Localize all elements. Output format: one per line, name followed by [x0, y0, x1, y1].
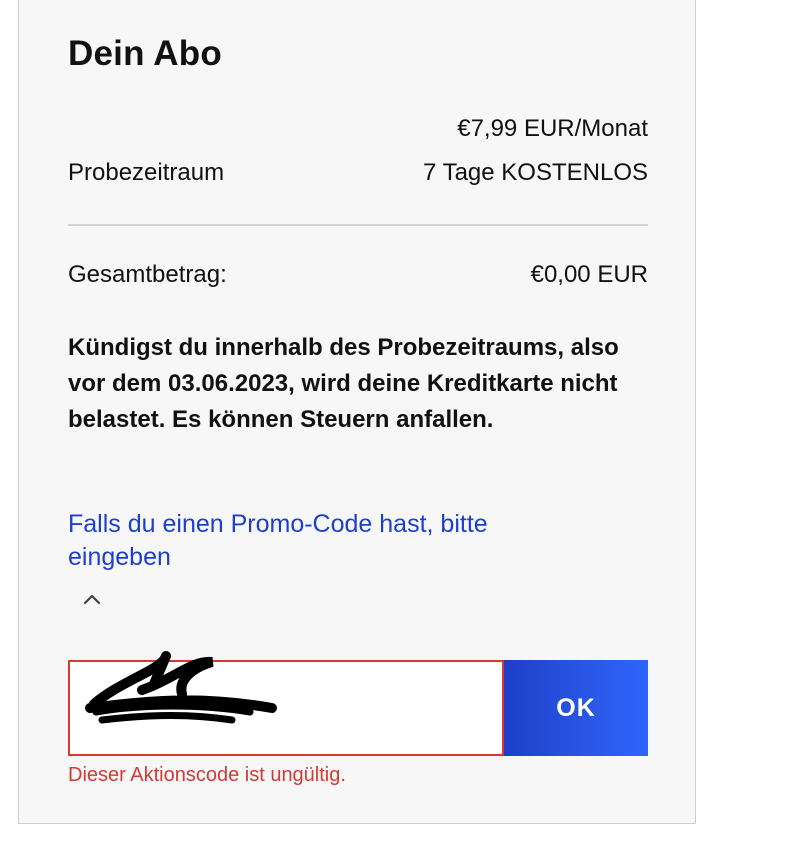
divider	[68, 224, 648, 226]
trial-value: 7 Tage KOSTENLOS	[423, 159, 648, 186]
ok-button[interactable]: OK	[504, 660, 648, 756]
cancellation-notice: Kündigst du innerhalb des Probezeitraums…	[68, 334, 619, 433]
price-row: €7,99 EUR/Monat	[68, 115, 648, 145]
total-value: €0,00 EUR	[530, 261, 648, 288]
total-row: Gesamtbetrag: €0,00 EUR	[68, 261, 648, 291]
price-value: €7,99 EUR/Monat	[457, 115, 648, 142]
promo-code-input[interactable]	[68, 660, 504, 756]
page-title: Dein Abo	[68, 34, 222, 73]
chevron-up-icon[interactable]	[80, 588, 104, 612]
total-label: Gesamtbetrag:	[68, 261, 227, 288]
promo-code-link[interactable]: Falls du einen Promo-Code hast, bitte ei…	[68, 508, 588, 574]
trial-label: Probezeitraum	[68, 159, 225, 186]
error-message: Dieser Aktionscode ist ungültig.	[68, 764, 346, 786]
trial-row: Probezeitraum 7 Tage KOSTENLOS	[68, 159, 648, 189]
